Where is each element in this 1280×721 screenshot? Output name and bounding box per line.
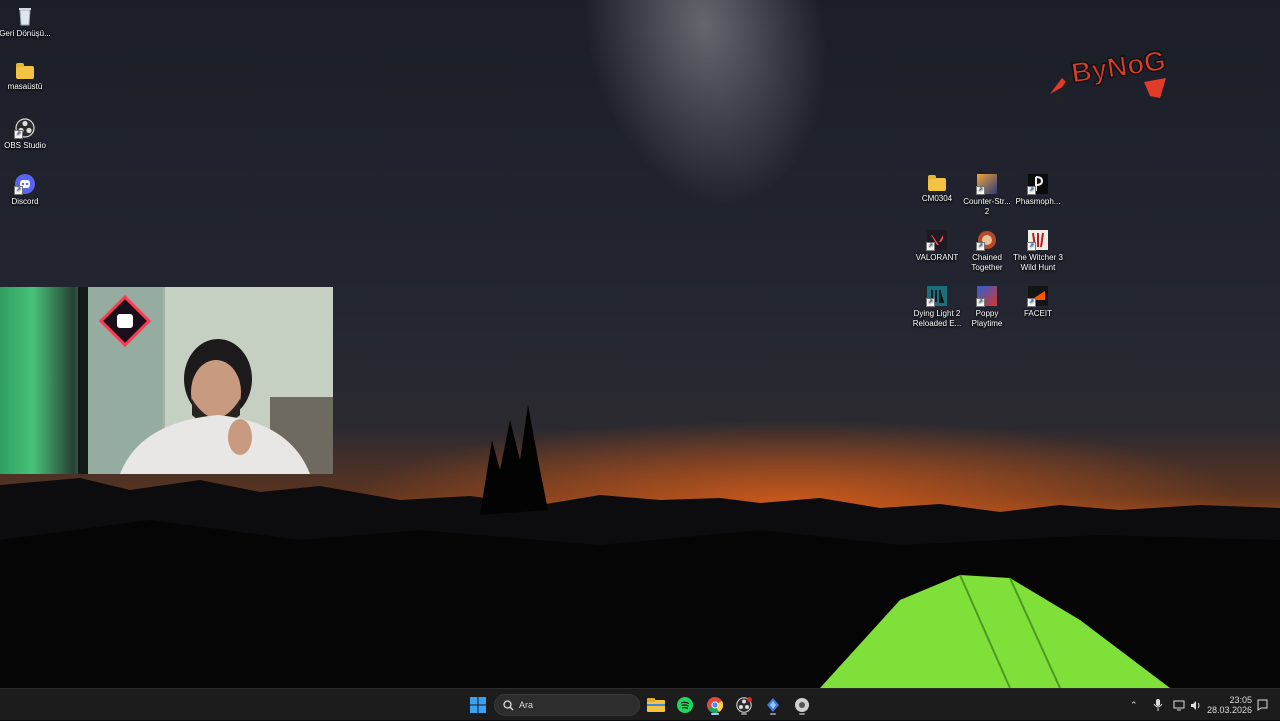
running-indicator xyxy=(799,713,805,715)
desktop-icon-label: Chained Together xyxy=(971,253,1003,272)
desktop-icon-phasmophobia[interactable]: ↗ Phasmoph... xyxy=(1011,174,1065,207)
desktop-icon-poppy-playtime[interactable]: ↗ Poppy Playtime xyxy=(960,286,1014,329)
faceit-icon: ↗ xyxy=(1027,286,1048,307)
notification-center-button[interactable] xyxy=(1257,689,1268,721)
desktop-icon-cm0304[interactable]: CM0304 xyxy=(910,174,964,204)
counter-strike-icon: ↗ xyxy=(976,174,997,195)
clock-time: 23:05 xyxy=(1229,695,1252,705)
volume-button[interactable] xyxy=(1190,689,1202,721)
chevron-up-icon: ⌃ xyxy=(1130,699,1138,710)
clock-date: 28.03.2026 xyxy=(1206,705,1252,715)
search-placeholder: Ara xyxy=(519,700,534,710)
notification-icon xyxy=(1257,699,1268,711)
microphone-button[interactable] xyxy=(1153,689,1163,721)
desktop-icon-label: Dying Light 2 Reloaded E... xyxy=(912,309,962,328)
obs-icon: ↗ xyxy=(14,118,35,139)
volume-icon xyxy=(1191,700,1200,710)
desktop-icon-recycle-bin[interactable]: Geri Dönüşü... xyxy=(0,6,52,39)
desktop-icon-obs-studio[interactable]: ↗ OBS Studio xyxy=(0,118,52,151)
phasmophobia-icon: ↗ xyxy=(1027,174,1048,195)
network-icon xyxy=(1173,700,1185,710)
desktop-icon-label: OBS Studio xyxy=(4,141,46,150)
desktop-icon-label: masaüstü xyxy=(7,82,43,91)
taskbar-obs[interactable] xyxy=(733,694,755,716)
desktop-icon-label: VALORANT xyxy=(915,253,959,262)
poppy-playtime-icon: ↗ xyxy=(976,286,997,307)
search-icon xyxy=(503,700,514,711)
desktop-icon-witcher[interactable]: ↗ The Witcher 3 Wild Hunt xyxy=(1011,230,1065,273)
microphone-icon xyxy=(1153,699,1163,711)
taskbar-search-box[interactable]: Ara xyxy=(494,694,640,716)
desktop-icon-discord[interactable]: ↗ Discord xyxy=(0,174,52,207)
network-button[interactable] xyxy=(1173,689,1185,721)
desktop-icon-chained-together[interactable]: ↗ Chained Together xyxy=(960,230,1014,273)
desktop-icon-label: CM0304 xyxy=(921,194,953,203)
recycle-bin-icon xyxy=(15,6,35,26)
spotify-icon xyxy=(677,697,693,713)
valorant-icon: ↗ xyxy=(926,230,947,251)
running-indicator xyxy=(711,713,719,715)
settings-icon xyxy=(795,698,809,712)
desktop-icon-counter-strike[interactable]: ↗ Counter-Str... 2 xyxy=(960,174,1014,217)
discord-icon: ↗ xyxy=(14,174,35,195)
desktop-icon-label: Geri Dönüşü... xyxy=(0,29,51,38)
chrome-icon xyxy=(707,697,723,713)
desktop-icon-faceit[interactable]: ↗ FACEIT xyxy=(1011,286,1065,319)
desktop-icon-label: Poppy Playtime xyxy=(971,309,1003,328)
taskbar: Ara ⌃ 23:05 28.03.2026 xyxy=(0,688,1280,720)
dying-light-icon: ↗ xyxy=(926,286,947,307)
desktop-icon-label: Phasmoph... xyxy=(1015,197,1061,206)
clock[interactable]: 23:05 28.03.2026 xyxy=(1206,689,1252,721)
witcher-icon: ↗ xyxy=(1027,230,1048,251)
taskbar-chrome[interactable] xyxy=(704,694,726,716)
taskbar-app[interactable] xyxy=(762,694,784,716)
desktop-icon-label: Discord xyxy=(11,197,39,206)
bynog-logo: ByNoG xyxy=(1046,44,1172,102)
folder-icon xyxy=(16,63,34,79)
desktop-icon-label: Counter-Str... 2 xyxy=(963,197,1011,216)
start-icon xyxy=(470,697,486,713)
desktop-icon-label: FACEIT xyxy=(1023,309,1052,318)
app-icon xyxy=(767,698,779,712)
folder-icon xyxy=(928,175,946,191)
obs-icon xyxy=(736,697,752,713)
desktop-icon-masaustu[interactable]: masaüstü xyxy=(0,62,52,92)
webcam-overlay xyxy=(0,287,333,474)
chained-together-icon: ↗ xyxy=(976,230,997,251)
desktop-icon-label: The Witcher 3 Wild Hunt xyxy=(1013,253,1063,272)
desktop-icon-valorant[interactable]: ↗ VALORANT xyxy=(910,230,964,263)
show-hidden-icons-button[interactable]: ⌃ xyxy=(1130,689,1138,721)
start-button[interactable] xyxy=(467,694,489,716)
file-explorer-icon xyxy=(647,698,665,712)
running-indicator xyxy=(741,713,747,715)
desktop-icon-dying-light[interactable]: ↗ Dying Light 2 Reloaded E... xyxy=(910,286,964,329)
taskbar-spotify[interactable] xyxy=(674,694,696,716)
taskbar-settings[interactable] xyxy=(791,694,813,716)
running-indicator xyxy=(770,713,776,715)
taskbar-file-explorer[interactable] xyxy=(645,694,667,716)
